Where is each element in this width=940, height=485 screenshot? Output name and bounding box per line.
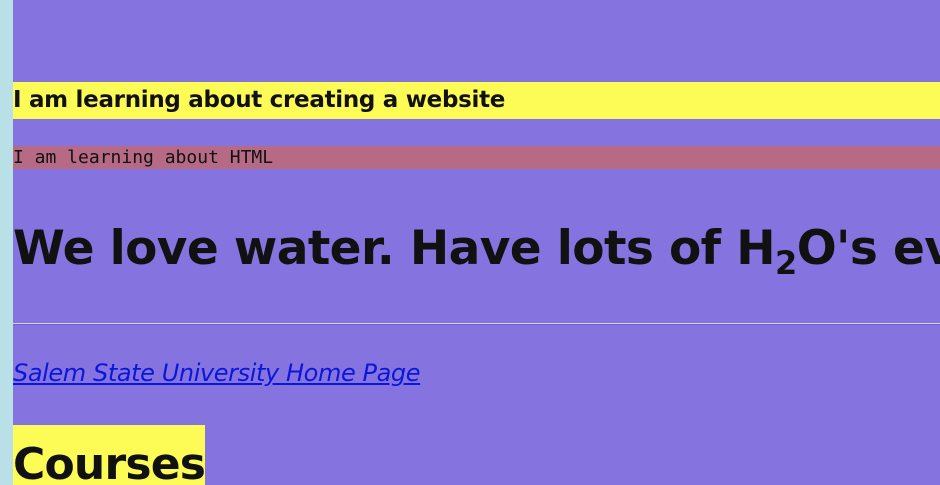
heading-learning-website: I am learning about creating a website <box>13 82 940 119</box>
page-body: I am learning about creating a website I… <box>13 0 940 485</box>
heading-learning-html: I am learning about HTML <box>13 146 940 169</box>
salem-state-home-link[interactable]: Salem State University Home Page <box>13 356 421 390</box>
water-heading: We love water. Have lots of H2O's ev <box>13 214 940 284</box>
water-text-before: We love water. Have lots of H <box>13 221 776 276</box>
courses-heading: Courses <box>13 425 206 485</box>
water-text-after: O's ev <box>796 221 940 276</box>
water-subscript: 2 <box>775 244 797 282</box>
horizontal-rule <box>13 323 940 325</box>
